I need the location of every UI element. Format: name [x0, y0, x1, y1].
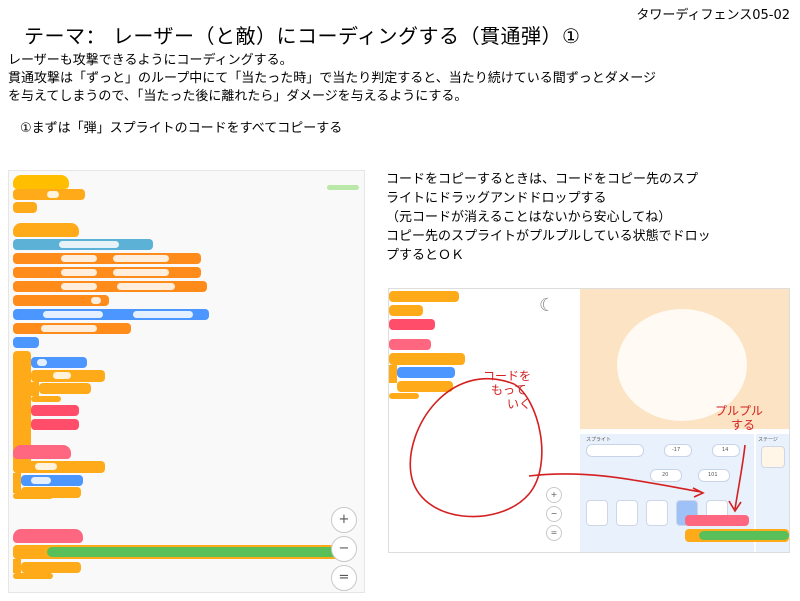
if-block	[31, 370, 105, 382]
body-line-2: 貫通攻撃は「ずっと」のループ中にて「当たった時」で当たり判定すると、当たり続けて…	[8, 71, 657, 86]
zoom-reset-button[interactable]: =	[331, 565, 357, 591]
hat-block	[13, 175, 69, 189]
if-arm	[31, 382, 39, 396]
code-block	[13, 323, 131, 334]
code-block	[39, 383, 91, 394]
if-end	[31, 396, 61, 402]
code-block	[31, 357, 87, 368]
code-block	[21, 475, 83, 486]
if-arm	[13, 473, 21, 493]
code-block	[31, 419, 79, 430]
if-block	[13, 461, 105, 473]
define-block	[13, 529, 83, 543]
code-block	[13, 309, 209, 320]
annotation-drag-line-1: コードを	[483, 369, 532, 383]
annotation-shake-line-1: プルプル	[715, 404, 764, 418]
code-block	[13, 295, 109, 306]
code-block	[13, 202, 37, 213]
body-line-3: を与えてしまうので、「当たった後に離れたら」ダメージを与えるようにする。	[8, 89, 468, 104]
condition-block	[47, 547, 339, 557]
if-end	[13, 493, 53, 499]
editor-screenshot: ☾ + − = スプライト -17 14 20 101 ステージ コードを もっ…	[388, 288, 790, 553]
slide-title: テーマ： レーザー（と敵）にコーディングする（貫通弾）①	[24, 24, 581, 48]
annotation-drag-line-3: いく	[507, 397, 532, 411]
slide-code: タワーディフェンス05-02	[636, 8, 790, 23]
code-block	[13, 189, 85, 200]
code-block	[13, 337, 39, 348]
code-block	[13, 253, 201, 264]
code-block	[13, 281, 207, 292]
note-line-3: （元コードが消えることはないから安心してね）	[386, 210, 672, 225]
code-block	[13, 239, 153, 250]
hat-block	[13, 223, 79, 237]
note-line-2: ライトにドラッグアンドドロップする	[386, 191, 607, 206]
code-screenshot: + − =	[8, 170, 365, 593]
code-block	[31, 405, 79, 416]
body-line-1: レーザーも攻撃できるようにコーディングする。	[8, 53, 293, 68]
step-1-instruction: ①まずは「弾」スプライトのコードをすべてコピーする	[20, 121, 343, 136]
annotation-shake-text: プルプル する	[715, 404, 763, 432]
code-block	[21, 562, 81, 573]
annotation-drag-text: コードを もって いく	[483, 369, 531, 411]
note-line-1: コードをコピーするときは、コードをコピー先のスプ	[386, 172, 699, 187]
note-line-5: プするとＯＫ	[386, 248, 465, 263]
note-line-4: コピー先のスプライトがプルプルしている状態でドロッ	[386, 229, 711, 244]
zoom-out-button[interactable]: −	[331, 536, 357, 562]
annotation-drag-line-2: もって	[491, 383, 527, 397]
if-arm	[13, 559, 21, 573]
zoom-in-button[interactable]: +	[331, 507, 357, 533]
annotation-shake-line-2: する	[731, 418, 756, 432]
scrollbar-hint	[327, 185, 359, 190]
define-block	[13, 445, 71, 459]
if-end	[13, 573, 53, 579]
code-block	[13, 267, 201, 278]
